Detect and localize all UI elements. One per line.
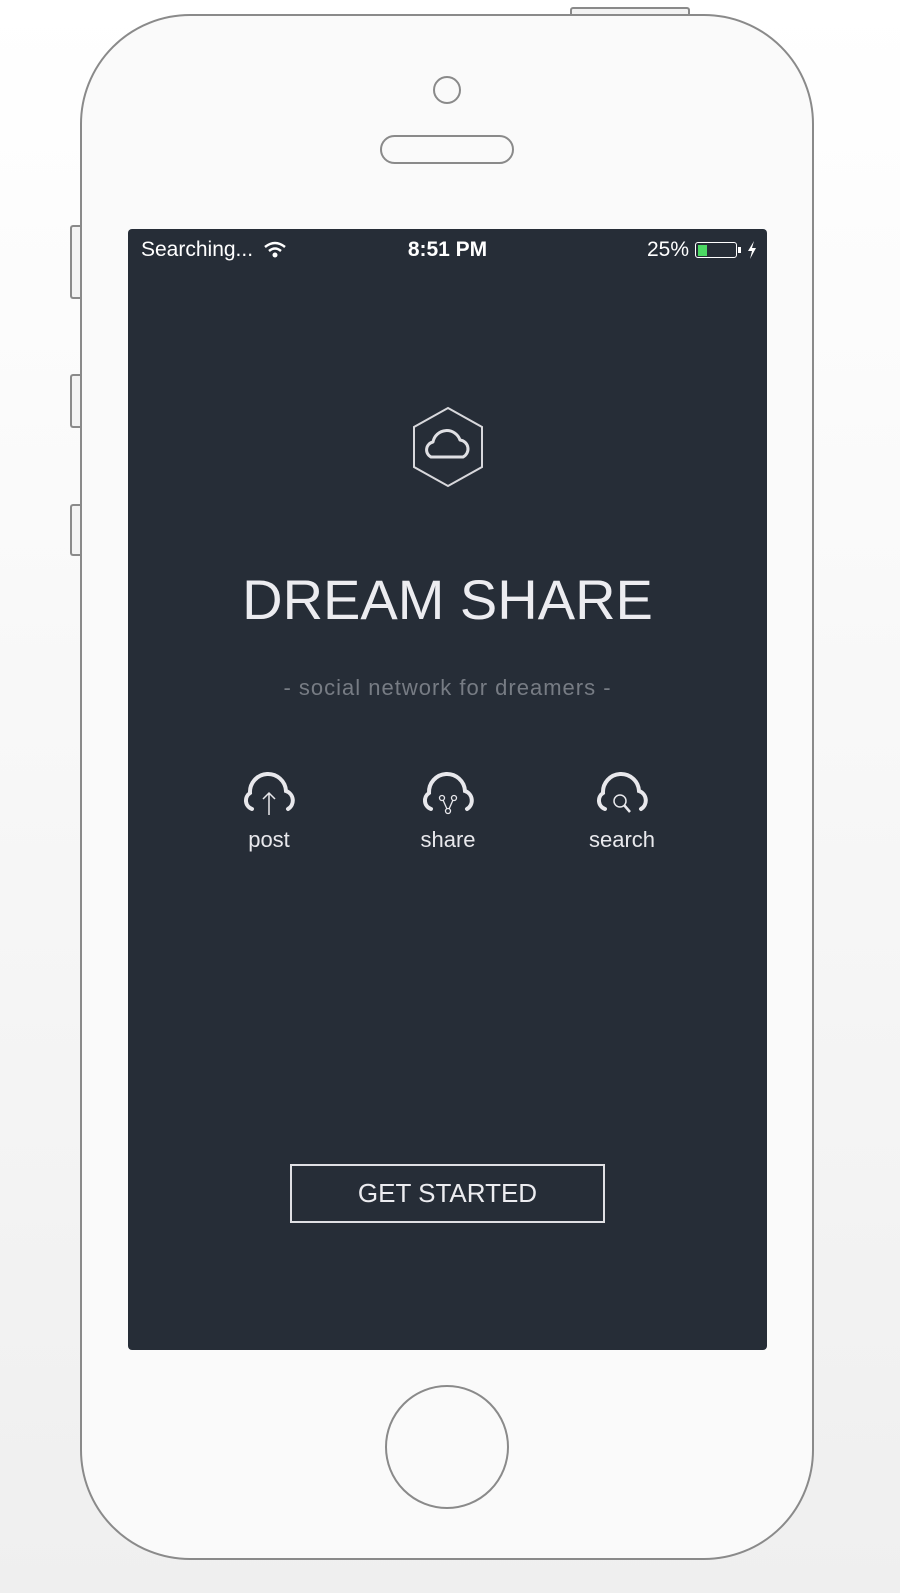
feature-label: post: [248, 827, 290, 852]
app-tagline: - social network for dreamers -: [283, 675, 612, 700]
battery-icon: [695, 242, 741, 258]
volume-up-button: [70, 374, 80, 428]
feature-share: share: [388, 769, 508, 853]
battery-percent: 25%: [646, 238, 689, 261]
get-started-button[interactable]: GET STARTED: [290, 1164, 605, 1223]
charging-bolt-icon: [748, 241, 756, 259]
home-button[interactable]: [385, 1385, 509, 1509]
speaker-grille: [380, 135, 514, 164]
feature-label: share: [420, 827, 476, 852]
cloud-share-icon: [423, 771, 474, 815]
feature-post: post: [209, 769, 329, 853]
status-bar: Searching... 8:51 PM 25%: [128, 229, 767, 271]
front-camera: [433, 76, 461, 104]
cloud-upload-icon: [244, 771, 295, 815]
cloud-search-icon: [597, 771, 648, 813]
feature-label: search: [588, 827, 656, 852]
volume-down-button: [70, 504, 80, 556]
mute-switch: [70, 225, 80, 299]
app-title: DREAM SHARE: [242, 568, 653, 631]
app-screen: Searching... 8:51 PM 25% DREAM SHARE - s…: [128, 229, 767, 1350]
feature-search: search: [562, 769, 682, 853]
hexagon-cloud-logo-icon: [413, 406, 483, 488]
